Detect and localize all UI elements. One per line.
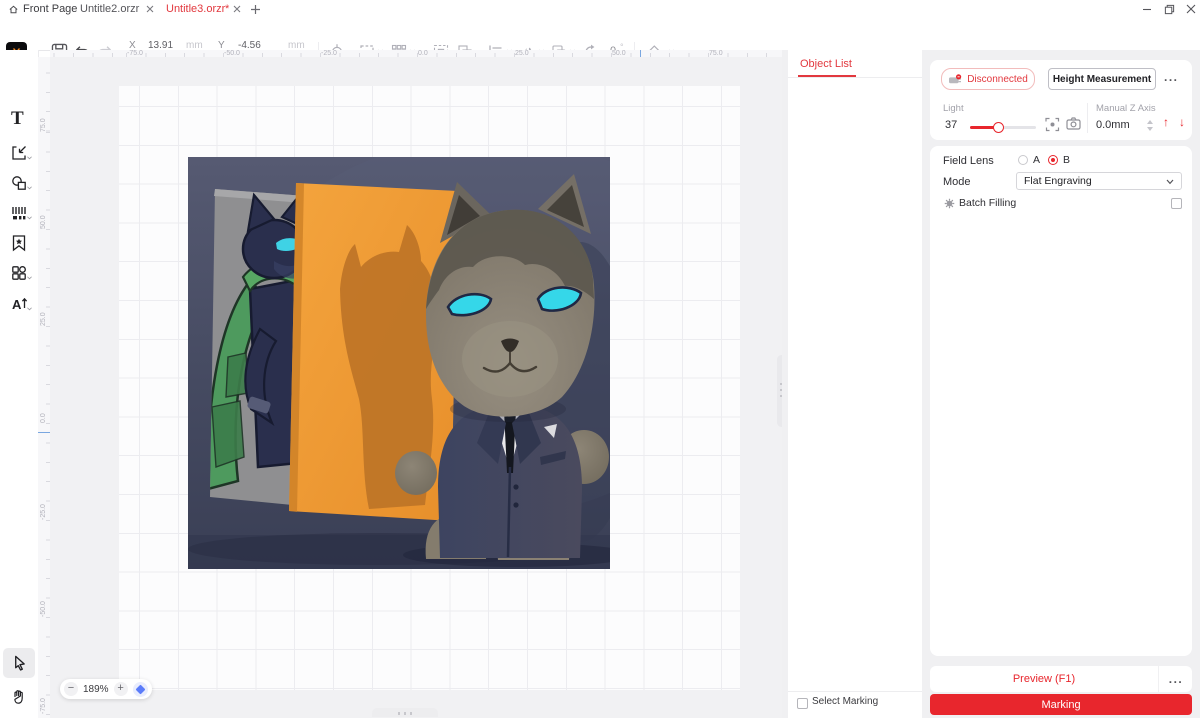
z-spinner-up-icon[interactable]	[1147, 120, 1153, 124]
ruler-v-label: 0.0	[40, 413, 47, 423]
ruler-h-label: 0.0	[418, 50, 428, 57]
text-transform-chevron-icon[interactable]	[27, 307, 32, 311]
light-value[interactable]: 37	[945, 119, 957, 131]
batch-filling-label: Batch Filling	[959, 197, 1016, 209]
components-tool-icon[interactable]	[10, 264, 28, 282]
tab-front-page[interactable]: Front Page	[23, 0, 77, 18]
z-axis-up-button[interactable]: ↑	[1163, 115, 1169, 129]
mode-label: Mode	[943, 176, 971, 188]
ruler-h-label: 25.0	[515, 50, 529, 57]
batch-filling-checkbox[interactable]	[1171, 198, 1182, 209]
device-status-label: Disconnected	[967, 74, 1028, 85]
window-minimize-button[interactable]	[1136, 0, 1158, 18]
field-lens-a-radio[interactable]	[1018, 155, 1028, 165]
tab-untitle2[interactable]: Untitle2.orzr	[80, 0, 139, 18]
tab2-close-icon[interactable]	[146, 5, 154, 13]
select-tool-active[interactable]	[3, 648, 35, 678]
manual-z-axis-label: Manual Z Axis	[1096, 103, 1156, 114]
card-divider	[1087, 103, 1088, 133]
device-connection-button[interactable]: Disconnected	[941, 68, 1035, 90]
tab3-close-icon[interactable]	[233, 5, 241, 13]
canvas-horizontal-scroll-handle[interactable]	[372, 708, 438, 717]
ruler-h-label: 50.0	[612, 50, 626, 57]
tab-untitle3-active[interactable]: Untitle3.orzr	[166, 0, 225, 18]
zoom-in-button[interactable]: +	[114, 682, 128, 696]
ruler-h-label: -75.0	[127, 50, 143, 57]
light-label: Light	[943, 103, 964, 114]
components-chevron-icon[interactable]	[27, 276, 32, 280]
object-list-panel: Object List Select Marking	[788, 50, 922, 718]
field-lens-b-label: B	[1063, 154, 1070, 166]
settings-card: Field Lens A B Mode Flat Engraving Batch…	[930, 146, 1192, 656]
mode-selected-value: Flat Engraving	[1024, 175, 1092, 187]
zoom-controls: − 189% +	[60, 679, 152, 699]
ruler-h-label: -50.0	[224, 50, 240, 57]
new-tab-icon[interactable]	[250, 4, 261, 15]
fit-view-button[interactable]	[133, 682, 148, 697]
ruler-v-label: -50.0	[40, 601, 47, 617]
canvas-image-cat-figurine[interactable]	[188, 157, 610, 569]
select-marking-divider	[788, 691, 922, 692]
height-measurement-label: Height Measurement	[1053, 74, 1151, 85]
ruler-v-label: 25.0	[40, 312, 47, 326]
barcode-tool-icon[interactable]	[10, 204, 28, 222]
ruler-h-label: -25.0	[321, 50, 337, 57]
device-usb-icon	[948, 74, 963, 85]
light-slider[interactable]	[970, 126, 1036, 129]
ruler-v-label: 75.0	[40, 118, 47, 132]
ruler-v-label: -75.0	[40, 698, 47, 714]
import-chevron-icon[interactable]	[27, 156, 32, 160]
marking-button[interactable]: Marking	[930, 694, 1192, 715]
preview-button[interactable]: Preview (F1)	[930, 666, 1158, 692]
object-list-divider	[788, 77, 922, 78]
home-icon	[8, 4, 19, 15]
shapes-chevron-icon[interactable]	[27, 186, 32, 190]
height-measurement-button[interactable]: Height Measurement	[1048, 68, 1156, 90]
ruler-h-cursor-marker	[640, 50, 641, 57]
title-bar: Front Page Untitle2.orzr Untitle3.orzr *	[0, 0, 1200, 19]
device-settings-panel: Disconnected Height Measurement ... Ligh…	[922, 50, 1200, 718]
laser-focus-icon[interactable]	[1045, 117, 1060, 132]
fit-view-diamond-icon	[135, 684, 145, 694]
tab3-modified-star: *	[225, 0, 229, 18]
z-spinner-down-icon[interactable]	[1147, 127, 1153, 131]
device-more-button[interactable]: ...	[1164, 72, 1179, 82]
mode-select[interactable]: Flat Engraving	[1016, 172, 1182, 190]
select-marking-label: Select Marking	[812, 696, 878, 707]
barcode-chevron-icon[interactable]	[27, 216, 32, 220]
import-image-tool-icon[interactable]	[10, 144, 28, 162]
z-axis-down-button[interactable]: ↓	[1179, 115, 1185, 129]
field-lens-b-radio[interactable]	[1048, 155, 1058, 165]
left-tool-column: T A	[0, 50, 39, 718]
window-close-button[interactable]	[1180, 0, 1200, 18]
cursor-arrow-icon	[11, 654, 28, 672]
pan-hand-tool-icon[interactable]	[10, 688, 27, 705]
preview-more-button[interactable]: ...	[1158, 666, 1193, 692]
canvas-area[interactable]: − 189% +	[50, 57, 782, 718]
zoom-out-button[interactable]: −	[64, 682, 78, 696]
preview-card: Preview (F1) ...	[930, 666, 1192, 692]
main-toolbar: X X 13.91 mm Y -4.56 mm W 29.55 mm H 28.…	[0, 18, 1200, 51]
batch-filling-icon	[944, 198, 955, 209]
z-axis-value[interactable]: 0.0mm	[1096, 119, 1130, 131]
ruler-v-label: -25.0	[40, 504, 47, 520]
zoom-level-value[interactable]: 189%	[83, 684, 109, 695]
material-library-tool-icon[interactable]	[10, 234, 28, 252]
ruler-v-cursor-marker	[38, 432, 50, 433]
svg-text:A: A	[12, 297, 22, 312]
preview-more-dots: ...	[1169, 674, 1184, 684]
text-tool[interactable]: T	[11, 108, 24, 130]
ruler-v-label: 50.0	[40, 215, 47, 229]
camera-icon[interactable]	[1066, 117, 1081, 130]
select-marking-checkbox[interactable]	[797, 698, 808, 709]
object-list-tab[interactable]: Object List	[800, 58, 852, 70]
ruler-h-label: 75.0	[709, 50, 723, 57]
window-restore-button[interactable]	[1158, 0, 1180, 18]
device-card: Disconnected Height Measurement ... Ligh…	[930, 60, 1192, 140]
field-lens-label: Field Lens	[943, 155, 994, 167]
light-slider-knob[interactable]	[993, 122, 1004, 133]
shapes-tool-icon[interactable]	[10, 174, 28, 192]
mode-chevron-down-icon	[1166, 179, 1174, 185]
field-lens-a-label: A	[1033, 154, 1040, 166]
